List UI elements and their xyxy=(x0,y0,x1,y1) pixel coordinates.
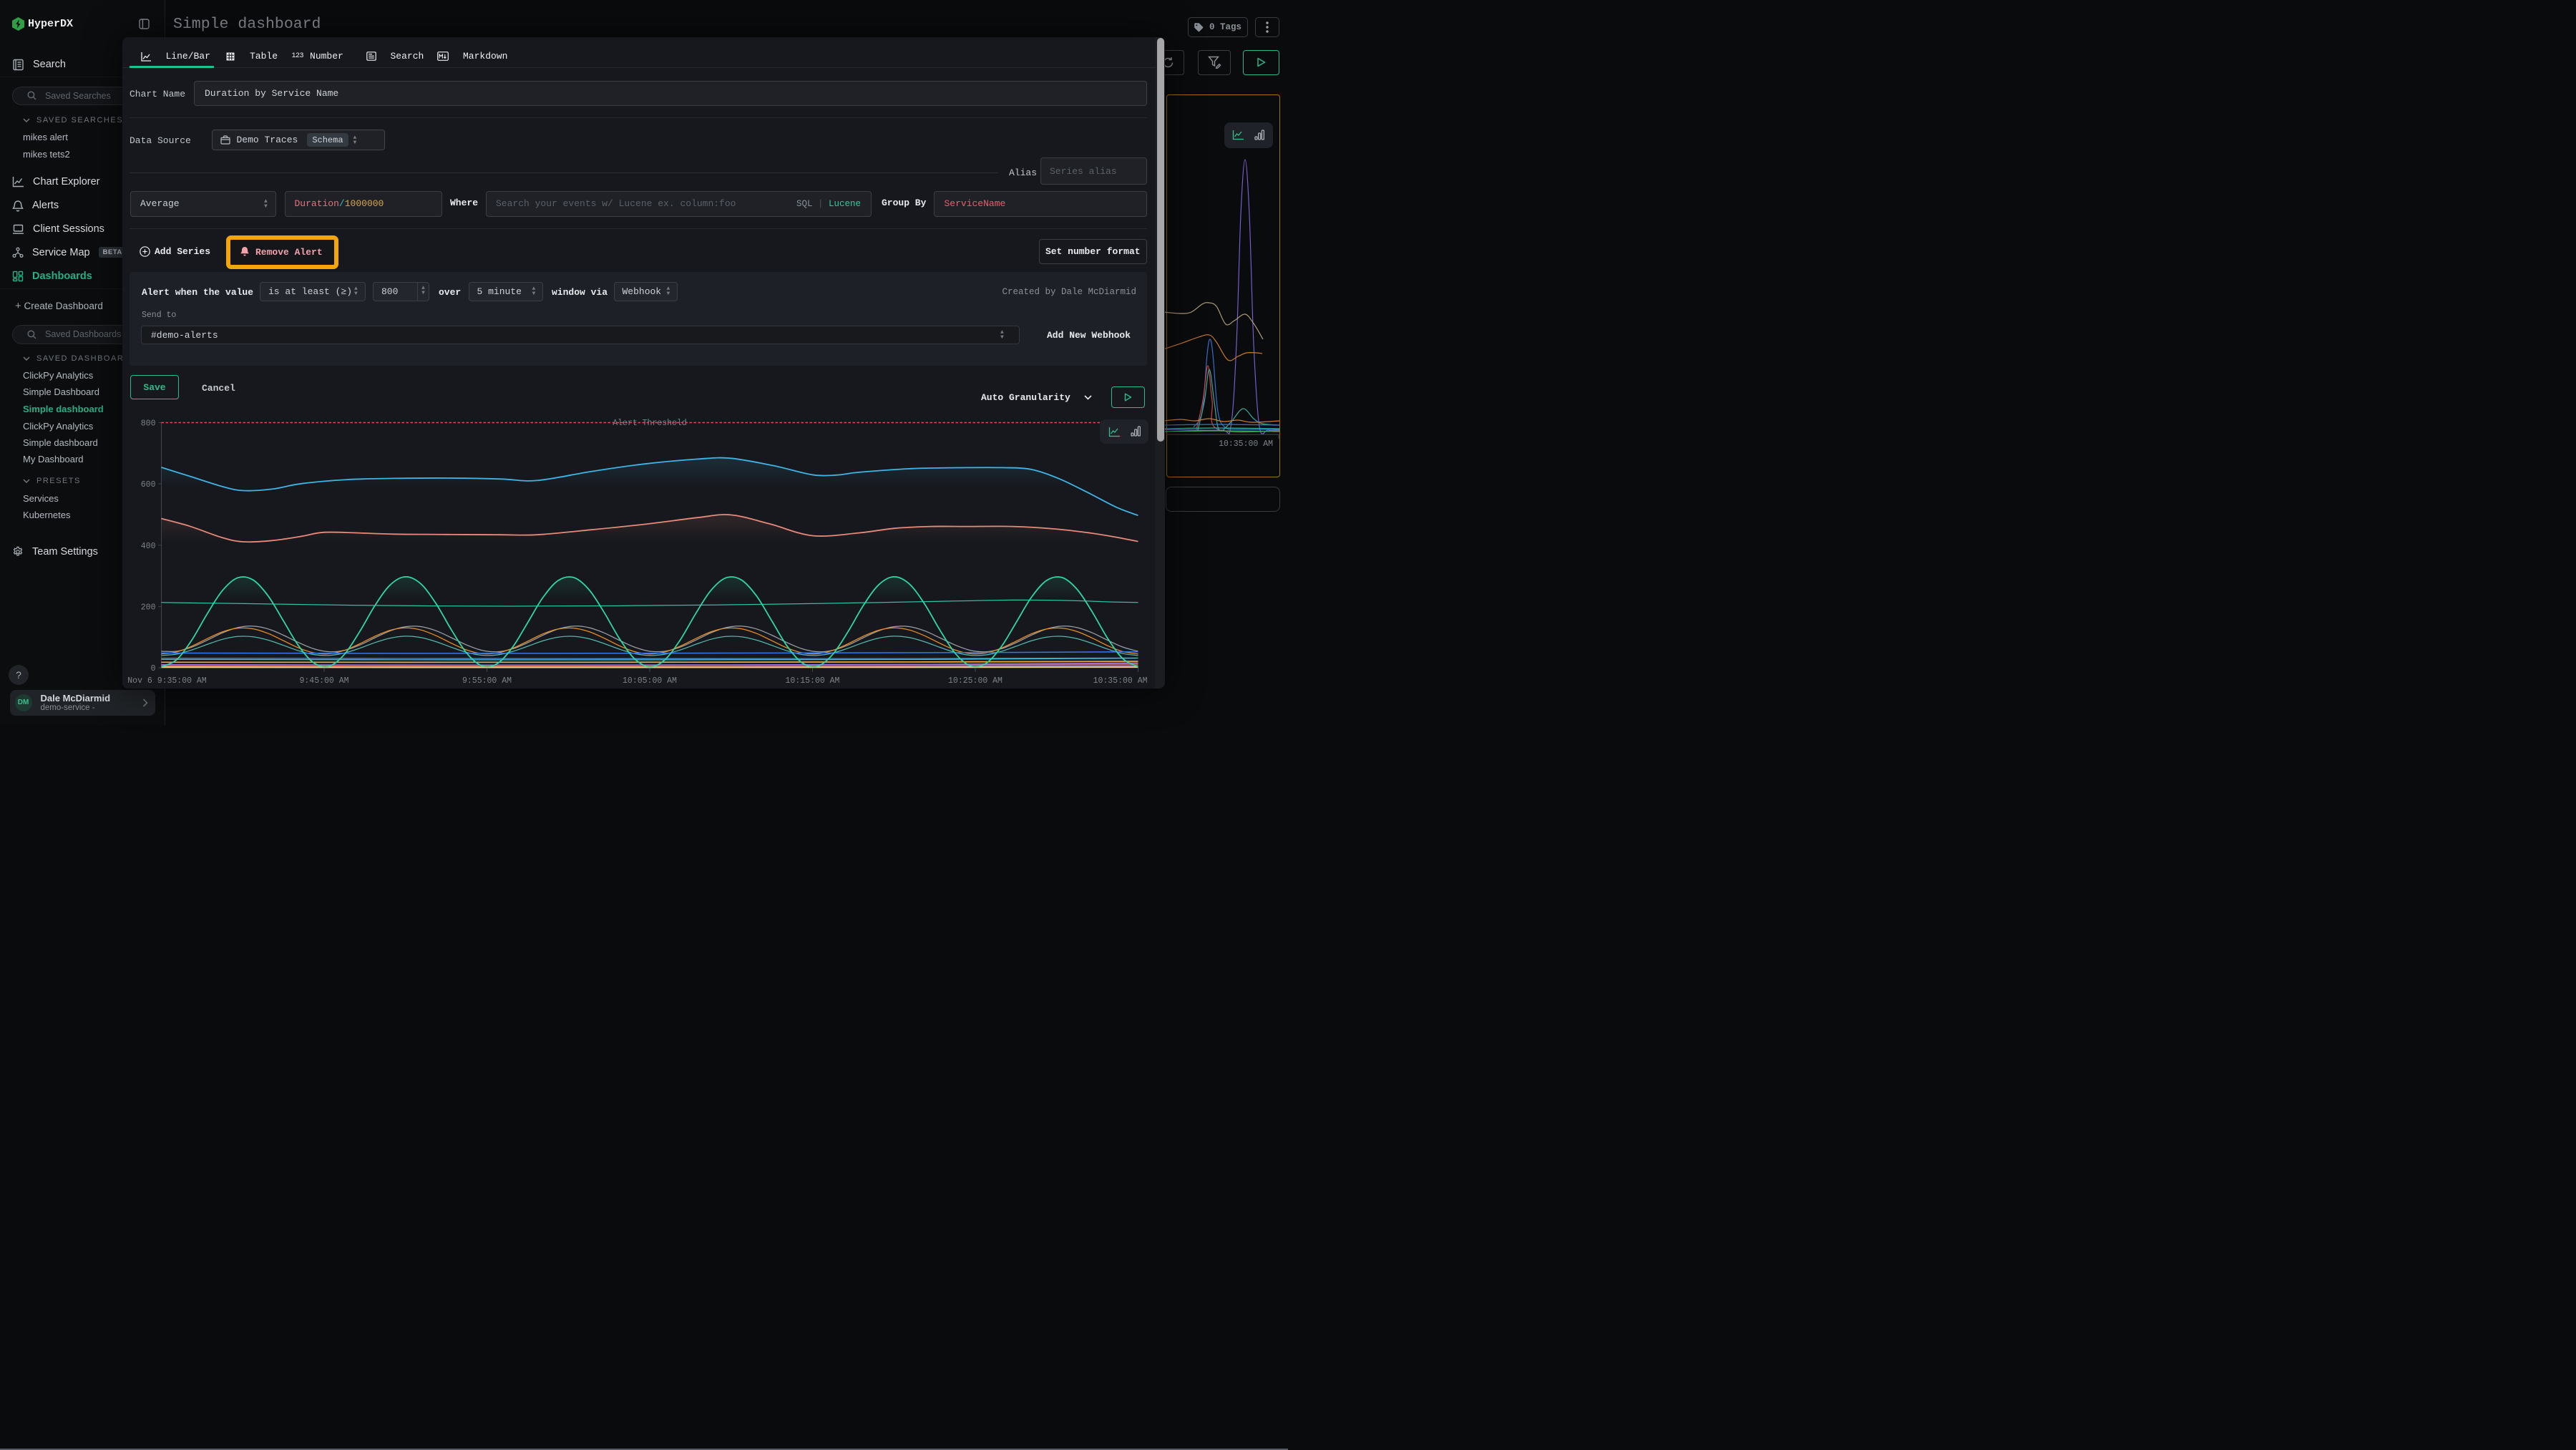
svg-text:400: 400 xyxy=(141,542,156,551)
svg-text:200: 200 xyxy=(141,603,156,612)
svg-text:10:35:00 AM: 10:35:00 AM xyxy=(1219,439,1273,449)
svg-text:10:15:00 AM: 10:15:00 AM xyxy=(786,676,840,686)
svg-text:9:55:00 AM: 9:55:00 AM xyxy=(462,676,512,686)
svg-text:800: 800 xyxy=(141,419,156,429)
svg-text:Alert Threshold: Alert Threshold xyxy=(613,419,687,428)
svg-text:10:05:00 AM: 10:05:00 AM xyxy=(623,676,677,686)
svg-text:0: 0 xyxy=(151,664,156,673)
svg-text:9:45:00 AM: 9:45:00 AM xyxy=(299,676,348,686)
svg-text:10:35:00 AM: 10:35:00 AM xyxy=(1093,676,1148,686)
svg-text:600: 600 xyxy=(141,480,156,490)
svg-text:Nov 6 9:35:00 AM: Nov 6 9:35:00 AM xyxy=(127,676,207,686)
svg-text:10:25:00 AM: 10:25:00 AM xyxy=(948,676,1002,686)
